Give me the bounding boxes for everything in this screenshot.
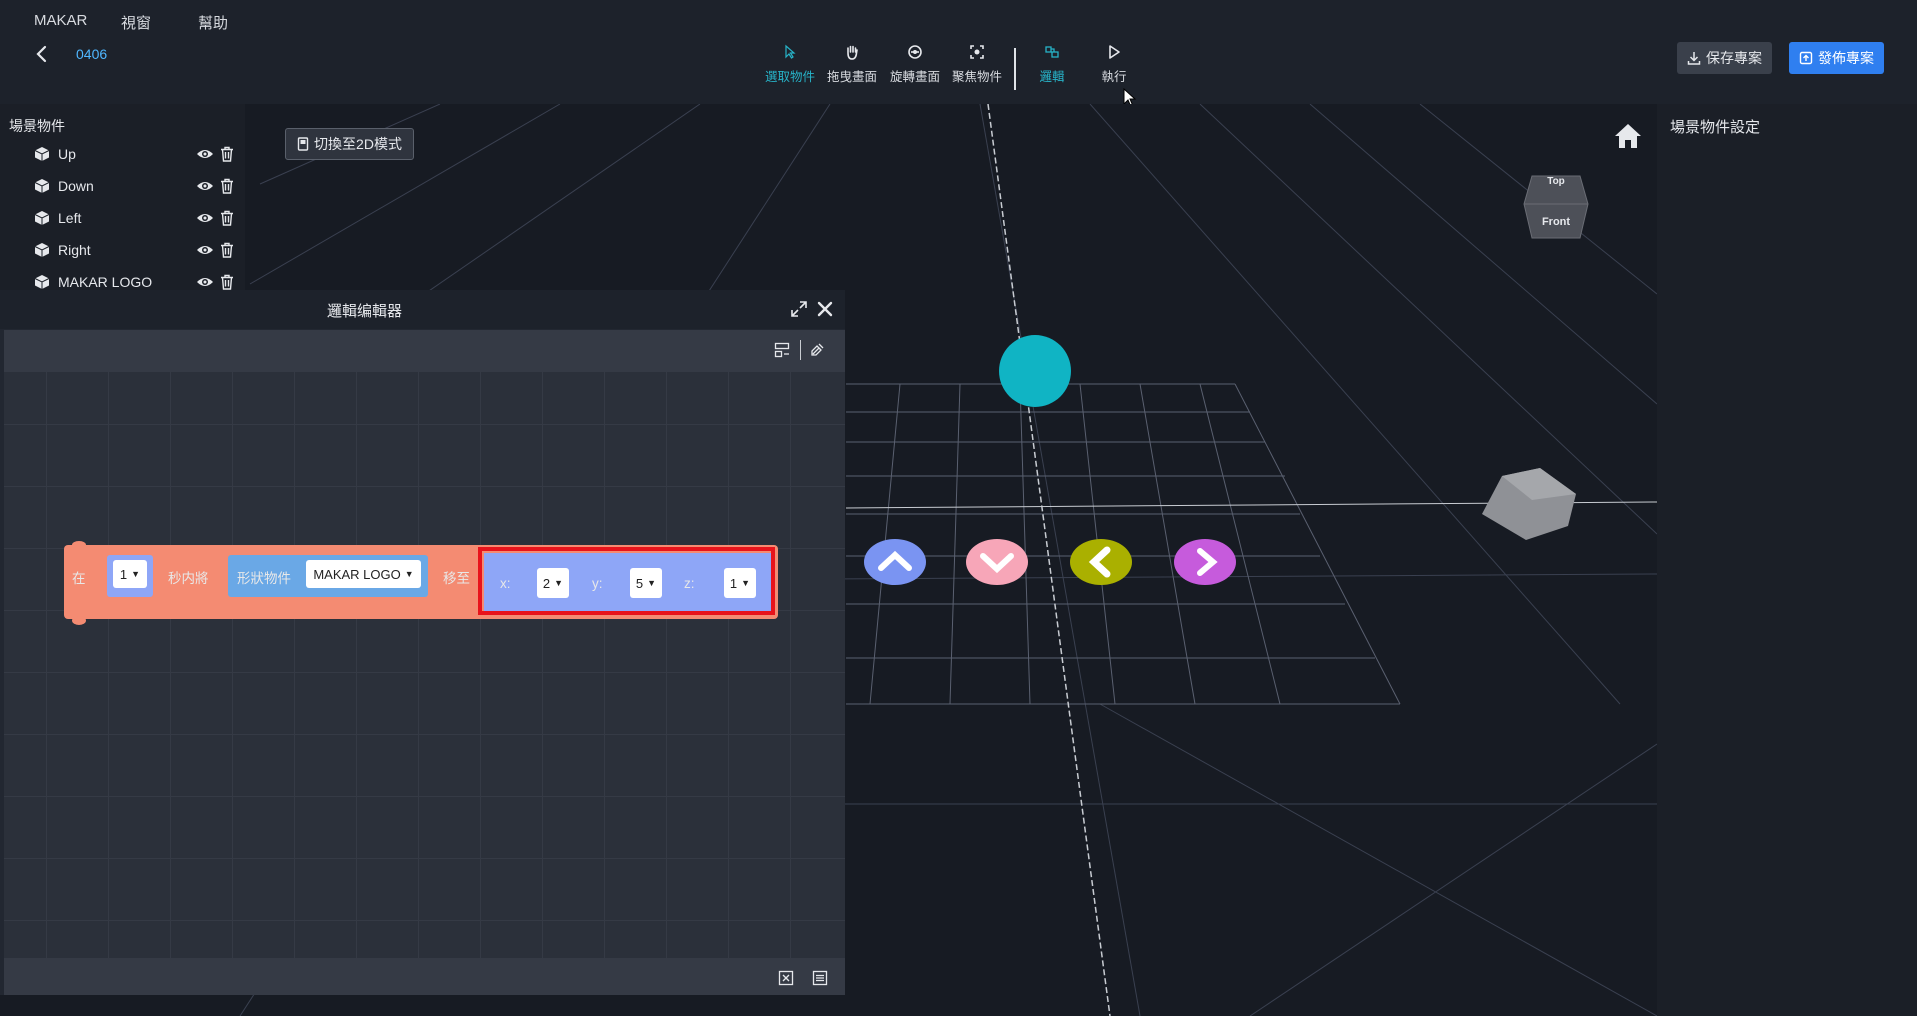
back-button[interactable] (32, 42, 52, 66)
eye-icon[interactable] (196, 243, 214, 257)
logic-editor-footer (4, 958, 845, 995)
scene-item-label: Up (58, 146, 76, 162)
object-select[interactable]: MAKAR LOGO ▼ (306, 560, 421, 588)
logic-editor-header (0, 290, 845, 329)
expand-icon[interactable] (790, 300, 808, 318)
trash-icon[interactable] (220, 274, 234, 290)
close-icon[interactable] (816, 300, 834, 318)
view-cube-top-label: Top (1547, 176, 1565, 187)
focus-icon (970, 45, 984, 59)
eye-icon[interactable] (196, 275, 214, 289)
broom-icon[interactable] (810, 341, 826, 357)
logic-icon (1045, 46, 1059, 58)
cube-icon (34, 275, 50, 289)
object-settings-title: 場景物件設定 (1670, 119, 1761, 136)
trash-icon[interactable] (220, 146, 234, 162)
tool-select-object[interactable]: 選取物件 (759, 44, 821, 85)
project-name: 0406 (76, 46, 108, 62)
switch-2d-mode-label: 切換至2D模式 (314, 136, 402, 152)
scene-item-label: Down (58, 178, 94, 194)
time-select[interactable]: 1 ▼ (113, 560, 147, 588)
publish-project-button[interactable]: 發佈專案 (1789, 42, 1884, 74)
layout-icon[interactable] (774, 342, 790, 358)
block-prefix-text: 在 (72, 571, 86, 586)
block-connector-bottom (72, 616, 86, 625)
down-arrow-button-object[interactable] (965, 538, 1029, 586)
document-list-icon[interactable] (812, 970, 828, 986)
cube-icon (34, 243, 50, 257)
tool-run[interactable]: 執行 (1083, 44, 1145, 85)
view-cube[interactable]: Top Front (1522, 168, 1590, 240)
menu-help[interactable]: 幫助 (198, 12, 228, 33)
download-icon (1687, 52, 1701, 65)
scene-item-label: Left (58, 210, 82, 226)
menu-window[interactable]: 視窗 (121, 12, 151, 33)
save-project-button[interactable]: 保存專案 (1677, 42, 1772, 74)
chevron-down-icon: ▼ (404, 569, 414, 579)
scene-item-right[interactable]: Right (34, 238, 234, 262)
toolbar-divider (1014, 48, 1016, 90)
tool-run-label: 執行 (1101, 70, 1127, 84)
position-highlight-box (478, 547, 775, 615)
save-project-label: 保存專案 (1706, 50, 1762, 66)
scene-item-left[interactable]: Left (34, 206, 234, 230)
toolbar-separator (800, 340, 801, 360)
object-settings-panel (1657, 104, 1917, 1016)
scene-item-down[interactable]: Down (34, 174, 234, 198)
publish-project-label: 發佈專案 (1818, 50, 1874, 66)
object-value: MAKAR LOGO (313, 566, 401, 582)
eye-icon[interactable] (196, 179, 214, 193)
cube-icon (34, 211, 50, 225)
teal-sphere[interactable] (999, 335, 1071, 407)
hand-icon (847, 45, 858, 60)
scene-item-label: MAKAR LOGO (58, 274, 153, 290)
trash-icon[interactable] (220, 178, 234, 194)
chevron-left-icon (36, 45, 47, 63)
tool-logic[interactable]: 邏輯 (1021, 44, 1083, 85)
up-arrow-button-object[interactable] (863, 538, 927, 586)
scene-item-up[interactable]: Up (34, 142, 234, 166)
tool-focus-object[interactable]: 聚焦物件 (946, 44, 1008, 85)
home-icon[interactable] (1612, 120, 1644, 152)
seconds-text: 秒内將 (168, 571, 209, 586)
chevron-down-icon: ▼ (131, 569, 141, 579)
scene-objects-title: 場景物件 (9, 118, 65, 134)
switch-2d-mode-button[interactable]: 切換至2D模式 (285, 128, 414, 160)
scene-item-label: Right (58, 242, 91, 258)
clear-blocks-icon[interactable] (778, 970, 794, 986)
left-arrow-button-object[interactable] (1069, 538, 1133, 586)
cursor-icon (785, 44, 796, 59)
time-value: 1 (119, 566, 128, 582)
block-workspace[interactable] (4, 372, 845, 958)
cube-icon (34, 179, 50, 193)
trash-icon[interactable] (220, 242, 234, 258)
eye-icon[interactable] (196, 147, 214, 161)
eye-icon[interactable] (196, 211, 214, 225)
tool-drag-view-label: 拖曳畫面 (826, 70, 877, 84)
tool-rotate-view-label: 旋轉畫面 (889, 70, 940, 84)
rotate-icon (908, 45, 922, 59)
tool-logic-label: 邏輯 (1039, 70, 1065, 84)
play-icon (1109, 45, 1120, 59)
menu-makar[interactable]: MAKAR (34, 12, 87, 29)
tool-drag-view[interactable]: 拖曳畫面 (821, 44, 883, 85)
view-cube-front-label: Front (1541, 216, 1571, 228)
shape-label: 形狀物件 (237, 571, 291, 586)
logic-editor-title: 邏輯编輯器 (327, 303, 403, 320)
gray-hexagon-object[interactable] (1482, 468, 1578, 544)
tool-focus-object-label: 聚焦物件 (951, 70, 1002, 84)
upload-icon (1799, 51, 1813, 65)
right-arrow-button-object[interactable] (1173, 538, 1237, 586)
tool-select-object-label: 選取物件 (764, 70, 815, 84)
trash-icon[interactable] (220, 210, 234, 226)
document-icon (297, 137, 309, 151)
tool-rotate-view[interactable]: 旋轉畫面 (884, 44, 946, 85)
move-to-text: 移至 (443, 571, 470, 586)
logic-editor-toolbar (4, 330, 845, 372)
cube-icon (34, 147, 50, 161)
